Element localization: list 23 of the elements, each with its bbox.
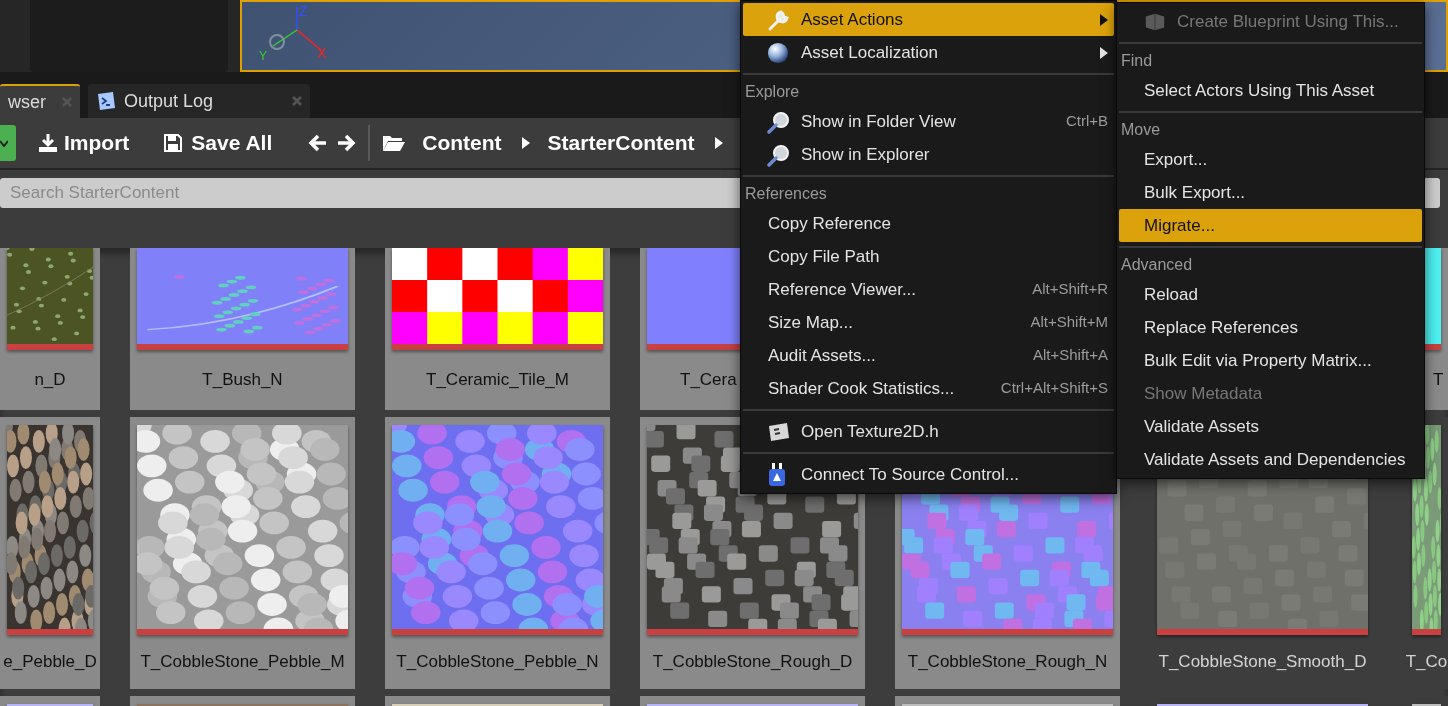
menu-section-header: Advanced xyxy=(1120,255,1194,275)
menu-section-header: References xyxy=(744,184,828,204)
menu-section-header: Find xyxy=(1120,51,1154,71)
asset-name: T xyxy=(1433,369,1444,392)
shortcut-label: Alt+Shift+A xyxy=(1032,345,1108,366)
shortcut-label: Ctrl+B xyxy=(1065,111,1108,132)
shortcut-label: Ctrl+Alt+Shift+S xyxy=(1000,378,1108,399)
asset-name: T_CobbleStone_Rough_D xyxy=(652,651,853,674)
asset-name: T_CobbleStone_Pebble_M xyxy=(140,651,345,674)
asset-name: T_Cera xyxy=(680,369,737,392)
asset-name: T_CobbleStone_Pebble_N xyxy=(396,651,599,674)
asset-name: T_Ceramic_Tile_M xyxy=(426,369,569,392)
axis-gizmo-drawing: Z Y X xyxy=(252,2,332,62)
menu-section-header: Explore xyxy=(744,82,801,102)
shortcut-label: Alt+Shift+R xyxy=(1032,279,1108,300)
asset-name: T_Co xyxy=(1405,651,1448,674)
asset-name: T_Bush_N xyxy=(202,369,283,392)
asset-name: e_Pebble_D xyxy=(3,651,97,674)
asset-name: T_CobbleStone_Smooth_D xyxy=(1158,651,1367,674)
asset-name: n_D xyxy=(34,369,66,392)
menu-section-header: Move xyxy=(1120,120,1162,140)
asset-name: T_CobbleStone_Rough_N xyxy=(907,651,1108,674)
shortcut-label: Alt+Shift+M xyxy=(1030,312,1108,333)
